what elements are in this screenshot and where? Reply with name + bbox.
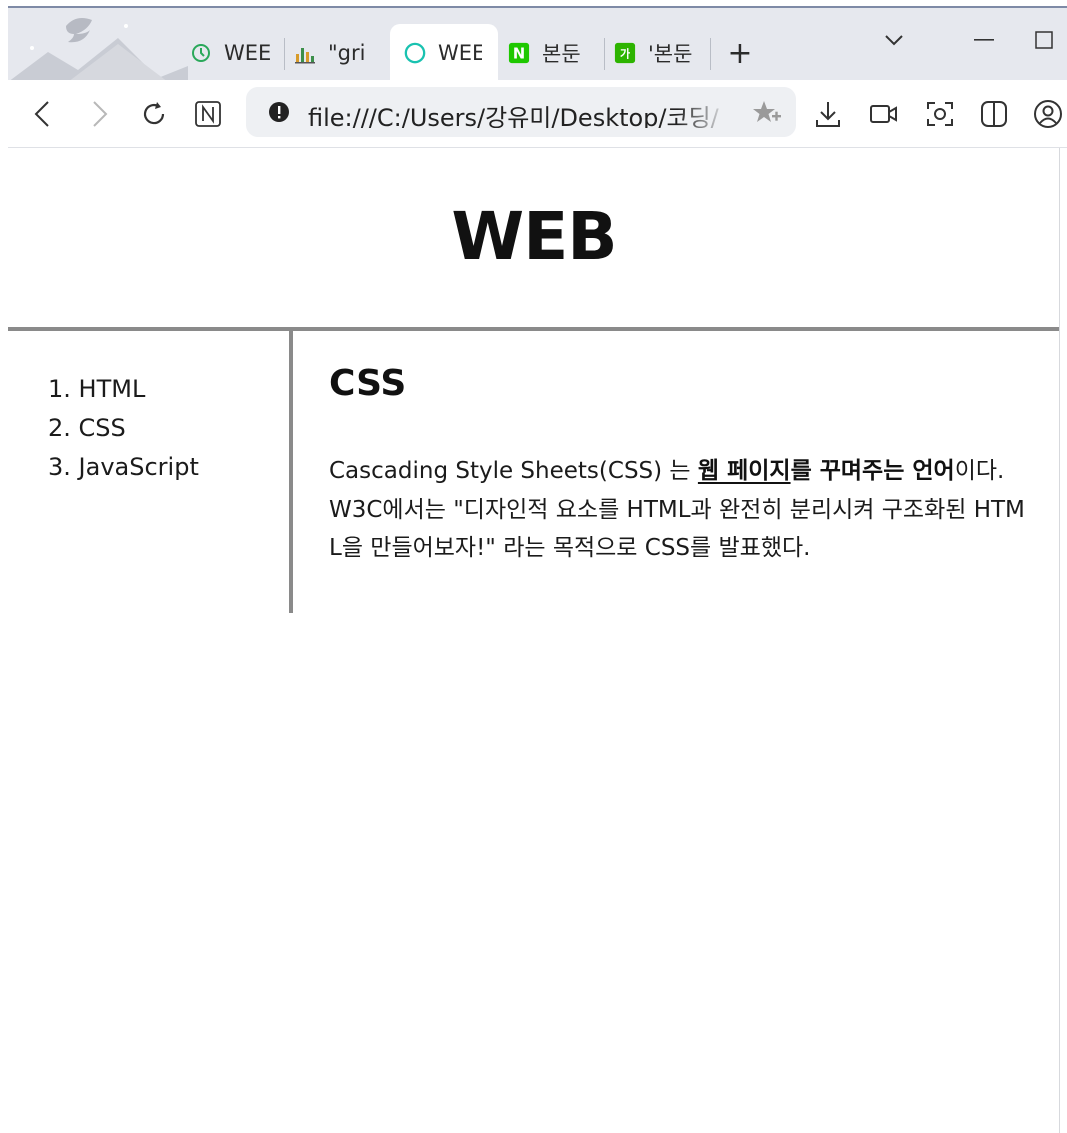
maximize-button[interactable] <box>1024 24 1064 56</box>
page-viewport: WEB 1. HTML 2. CSS 3. JavaScript CSS Cas… <box>8 148 1060 1133</box>
nav-item-html[interactable]: 1. HTML <box>48 370 199 409</box>
tab-strip: WEE "gri WEE N 본둔 가 '본둔 + <box>8 6 1067 82</box>
tab-label: '본둔 <box>648 42 693 66</box>
maximize-icon <box>1035 31 1053 49</box>
tab-5[interactable]: 가 '본둔 <box>610 24 708 82</box>
nav-item-number: 2. <box>48 414 71 442</box>
viewport-edge <box>1059 148 1060 1133</box>
chevron-down-icon <box>885 35 903 46</box>
back-button[interactable] <box>22 94 62 134</box>
article-body: Cascading Style Sheets(CSS) 는 웹 페이지를 꾸며주… <box>329 452 1029 568</box>
browser-toolbar: file:///C:/Users/강유미/Desktop/코딩/ <box>8 80 1067 148</box>
split-view-button[interactable] <box>974 94 1014 134</box>
page-title[interactable]: WEB <box>8 198 1060 275</box>
reload-icon <box>143 102 165 125</box>
tab-label: "gri <box>328 41 366 65</box>
tab-search-button[interactable] <box>874 24 914 56</box>
tab-3-active[interactable]: WEE <box>390 24 498 82</box>
dictionary-favicon-icon: 가 <box>614 42 636 64</box>
forward-button[interactable] <box>80 94 120 134</box>
svg-text:N: N <box>513 46 525 63</box>
tab-divider <box>710 38 711 70</box>
video-camera-icon <box>870 105 897 123</box>
capture-icon <box>927 102 953 126</box>
minimize-icon <box>974 39 994 41</box>
nav-item-javascript[interactable]: 3. JavaScript <box>48 448 199 487</box>
split-view-icon <box>981 101 1007 127</box>
address-bar[interactable]: file:///C:/Users/강유미/Desktop/코딩/ <box>246 87 796 137</box>
nav-divider <box>289 331 293 613</box>
nav-item-number: 3. <box>48 453 71 481</box>
nav-link-css[interactable]: CSS <box>79 414 126 442</box>
n-logo-icon <box>195 101 221 127</box>
circle-favicon-icon <box>404 42 426 64</box>
profile-button[interactable] <box>1028 94 1067 134</box>
clock-favicon-icon <box>190 42 212 64</box>
video-button[interactable] <box>864 94 904 134</box>
new-tab-button[interactable]: + <box>722 24 758 82</box>
tab-1[interactable]: WEE <box>188 24 280 82</box>
tab-label: WEE <box>224 41 270 65</box>
tab-label: 본둔 <box>542 42 581 66</box>
tab-4[interactable]: N 본둔 <box>504 24 600 82</box>
nav-link-html[interactable]: HTML <box>79 375 146 403</box>
forward-arrow-icon <box>93 101 108 127</box>
article: CSS Cascading Style Sheets(CSS) 는 웹 페이지를… <box>329 362 1029 568</box>
profile-icon <box>1034 100 1062 128</box>
chart-favicon-icon <box>294 42 316 64</box>
site-info-icon[interactable] <box>268 101 290 127</box>
theme-artwork <box>8 8 188 82</box>
header-divider <box>8 327 1060 331</box>
tab-divider <box>604 38 605 70</box>
article-intro-text: Cascading Style Sheets(CSS) 는 <box>329 458 698 484</box>
emphasis-text: 웹 페이지를 꾸며주는 언어 <box>698 458 955 484</box>
url-text[interactable]: file:///C:/Users/강유미/Desktop/코딩/ <box>308 98 728 128</box>
add-favorite-icon[interactable] <box>752 99 782 131</box>
browser-chrome: WEE "gri WEE N 본둔 가 '본둔 + file:///C:/Use… <box>0 0 1067 148</box>
naver-home-button[interactable] <box>188 94 228 134</box>
article-heading: CSS <box>329 363 407 404</box>
bold-text: 를 꾸며주는 언어 <box>790 458 955 484</box>
screenshot-button[interactable] <box>920 94 960 134</box>
naver-favicon-icon: N <box>508 42 530 64</box>
tab-2[interactable]: "gri <box>290 24 386 82</box>
minimize-button[interactable] <box>964 24 1004 56</box>
svg-text:가: 가 <box>620 47 630 61</box>
underlined-text: 웹 페이지 <box>697 458 791 484</box>
nav-item-number: 1. <box>48 375 71 403</box>
tab-label: WEE <box>438 41 482 65</box>
nav-list: 1. HTML 2. CSS 3. JavaScript <box>48 370 199 487</box>
plus-icon: + <box>727 35 753 71</box>
nav-link-javascript[interactable]: JavaScript <box>79 453 199 481</box>
downloads-button[interactable] <box>808 94 848 134</box>
download-icon <box>816 102 840 127</box>
back-arrow-icon <box>34 101 49 127</box>
reload-button[interactable] <box>134 94 174 134</box>
tab-divider <box>284 38 285 70</box>
nav-item-css[interactable]: 2. CSS <box>48 409 199 448</box>
